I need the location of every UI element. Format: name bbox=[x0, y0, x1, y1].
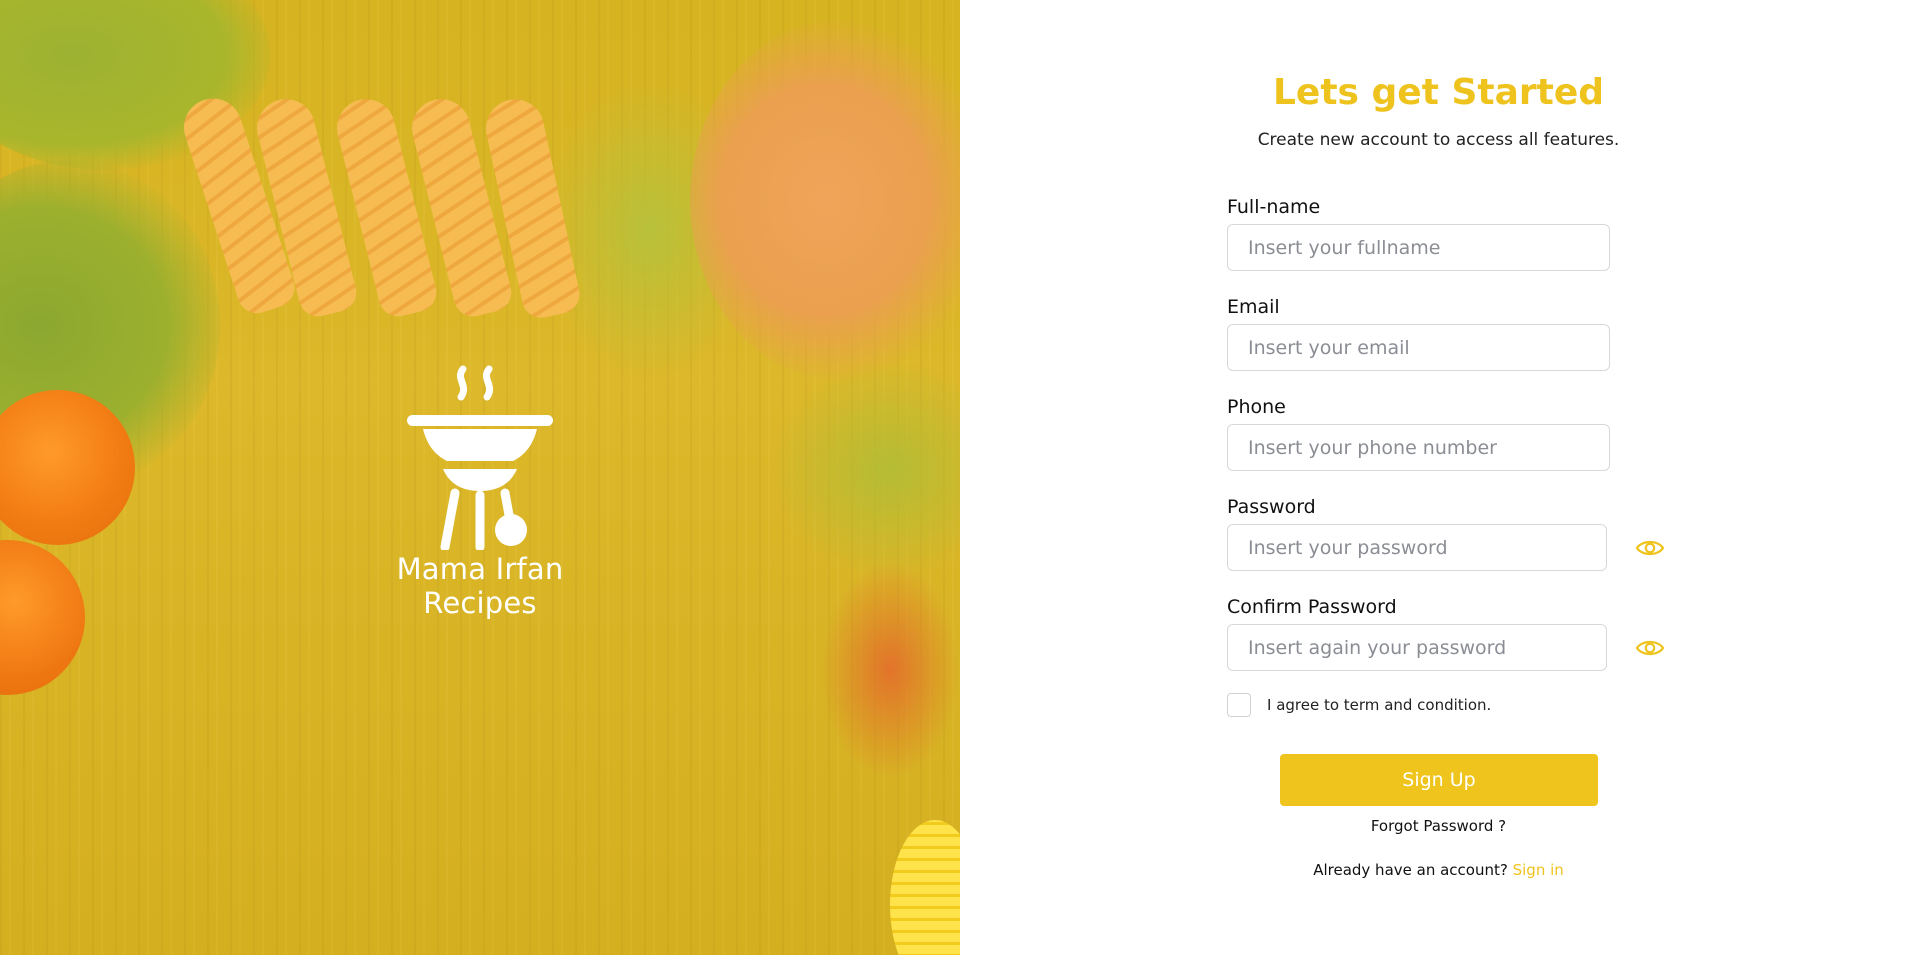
terms-checkbox[interactable] bbox=[1227, 693, 1251, 717]
signup-page: Mama Irfan Recipes Lets get Started Crea… bbox=[0, 0, 1917, 955]
confirm-password-label: Confirm Password bbox=[1227, 596, 1397, 618]
page-title: Lets get Started bbox=[1272, 72, 1605, 113]
fullname-label: Full-name bbox=[1227, 196, 1321, 218]
phone-label: Phone bbox=[1227, 396, 1286, 418]
already-have-account-text: Already have an account? bbox=[1313, 861, 1508, 879]
eye-icon[interactable] bbox=[1635, 537, 1665, 559]
fullname-field-group: Full-name bbox=[1227, 196, 1610, 271]
forgot-password-link[interactable]: Forgot Password ? bbox=[960, 817, 1917, 835]
email-label: Email bbox=[1227, 296, 1280, 318]
fullname-input[interactable] bbox=[1227, 224, 1610, 271]
brand-logo: Mama Irfan Recipes bbox=[345, 365, 615, 620]
password-input[interactable] bbox=[1227, 524, 1607, 571]
phone-field-group: Phone bbox=[1227, 396, 1610, 471]
password-label: Password bbox=[1227, 496, 1316, 518]
phone-input[interactable] bbox=[1227, 424, 1610, 471]
hero-background-image: Mama Irfan Recipes bbox=[0, 0, 960, 955]
sign-up-button[interactable]: Sign Up bbox=[1280, 754, 1598, 806]
terms-agreement: I agree to term and condition. bbox=[1227, 693, 1491, 717]
terms-label: I agree to term and condition. bbox=[1267, 696, 1492, 714]
corn-decoration bbox=[890, 820, 960, 955]
crawfish-decoration bbox=[820, 560, 960, 780]
password-field-group: Password bbox=[1227, 496, 1665, 571]
brand-name: Mama Irfan Recipes bbox=[396, 552, 564, 620]
signup-form-panel: Lets get Started Create new account to a… bbox=[960, 0, 1917, 955]
confirm-password-field-group: Confirm Password bbox=[1227, 596, 1665, 671]
greens-decoration bbox=[770, 360, 960, 580]
eye-icon[interactable] bbox=[1635, 637, 1665, 659]
email-input[interactable] bbox=[1227, 324, 1610, 371]
confirm-password-input[interactable] bbox=[1227, 624, 1607, 671]
signin-prompt: Already have an account? Sign in bbox=[960, 861, 1917, 879]
grill-icon bbox=[407, 365, 553, 550]
sign-in-link[interactable]: Sign in bbox=[1513, 861, 1564, 879]
page-subtitle: Create new account to access all feature… bbox=[1257, 130, 1620, 150]
tomato-decoration bbox=[0, 540, 85, 695]
email-field-group: Email bbox=[1227, 296, 1610, 371]
